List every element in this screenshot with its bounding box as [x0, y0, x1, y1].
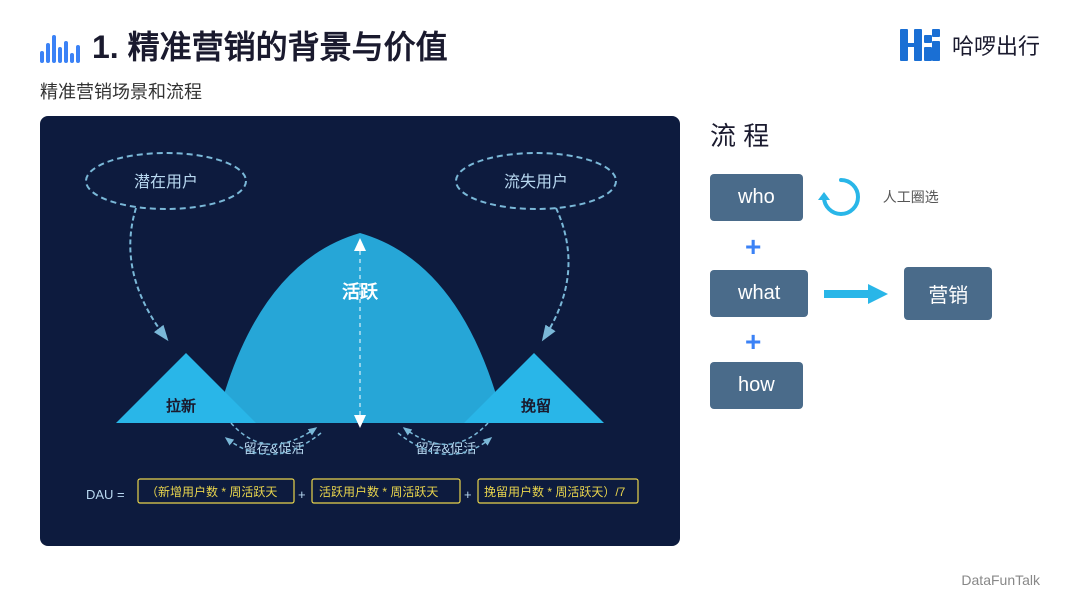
svg-text:挽留: 挽留 [521, 397, 551, 415]
svg-text:拉新: 拉新 [166, 397, 196, 415]
diagram-container: 潜在用户 流失用户 活跃 拉新 挽留 留存&促活 [40, 116, 680, 546]
section-subtitle: 精准营销场景和流程 [0, 78, 1080, 104]
svg-text:DAU =: DAU = [86, 487, 125, 502]
how-row: how [710, 362, 803, 409]
who-row: who 人工圈选 [710, 169, 939, 225]
content-area: 潜在用户 流失用户 活跃 拉新 挽留 留存&促活 [0, 116, 1080, 594]
brand-footer: DataFunTalk [961, 572, 1040, 588]
svg-text:+: + [464, 487, 472, 502]
svg-text:+: + [298, 487, 306, 502]
svg-text:挽留用户数 * 周活跃天）/7: 挽留用户数 * 周活跃天）/7 [484, 484, 626, 499]
logo-area: 哈啰出行 [896, 25, 1040, 65]
plus-2: + [745, 326, 761, 358]
svg-text:潜在用户: 潜在用户 [134, 173, 198, 191]
plus-1: + [745, 231, 761, 263]
logo-text: 哈啰出行 [952, 29, 1040, 61]
svg-text:活跃用户数 * 周活跃天: 活跃用户数 * 周活跃天 [319, 484, 438, 499]
who-box: who [710, 174, 803, 221]
svg-text:（新增用户数 * 周活跃天: （新增用户数 * 周活跃天 [146, 484, 277, 499]
marketing-box: 营销 [904, 267, 992, 320]
circular-arrow-icon [813, 169, 869, 225]
company-logo-icon [896, 25, 944, 65]
right-panel: 流 程 who 人工圈选 + what [700, 116, 1050, 574]
flow-section: who 人工圈选 + what [710, 169, 1040, 409]
how-box: how [710, 362, 803, 409]
sound-icon [40, 27, 80, 63]
title-area: 1. 精准营销的背景与价值 [40, 22, 448, 68]
diagram-svg: 潜在用户 流失用户 活跃 拉新 挽留 留存&促活 [56, 136, 664, 530]
page-title: 1. 精准营销的背景与价值 [92, 22, 448, 68]
what-row: what 营销 [710, 267, 992, 320]
right-arrow-icon [824, 276, 888, 312]
what-box: what [710, 270, 808, 317]
page-header: 1. 精准营销的背景与价值 哈啰出行 [0, 0, 1080, 78]
manual-label: 人工圈选 [883, 187, 939, 207]
svg-text:流失用户: 流失用户 [504, 173, 568, 191]
flow-title: 流 程 [710, 116, 1040, 153]
